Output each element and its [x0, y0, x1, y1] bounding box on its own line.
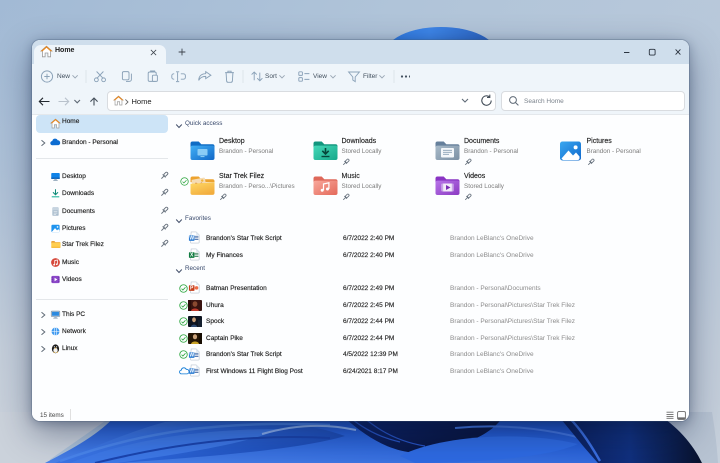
svg-text:W: W: [189, 369, 194, 375]
svg-text:W: W: [189, 352, 194, 358]
svg-text:W: W: [189, 236, 194, 242]
